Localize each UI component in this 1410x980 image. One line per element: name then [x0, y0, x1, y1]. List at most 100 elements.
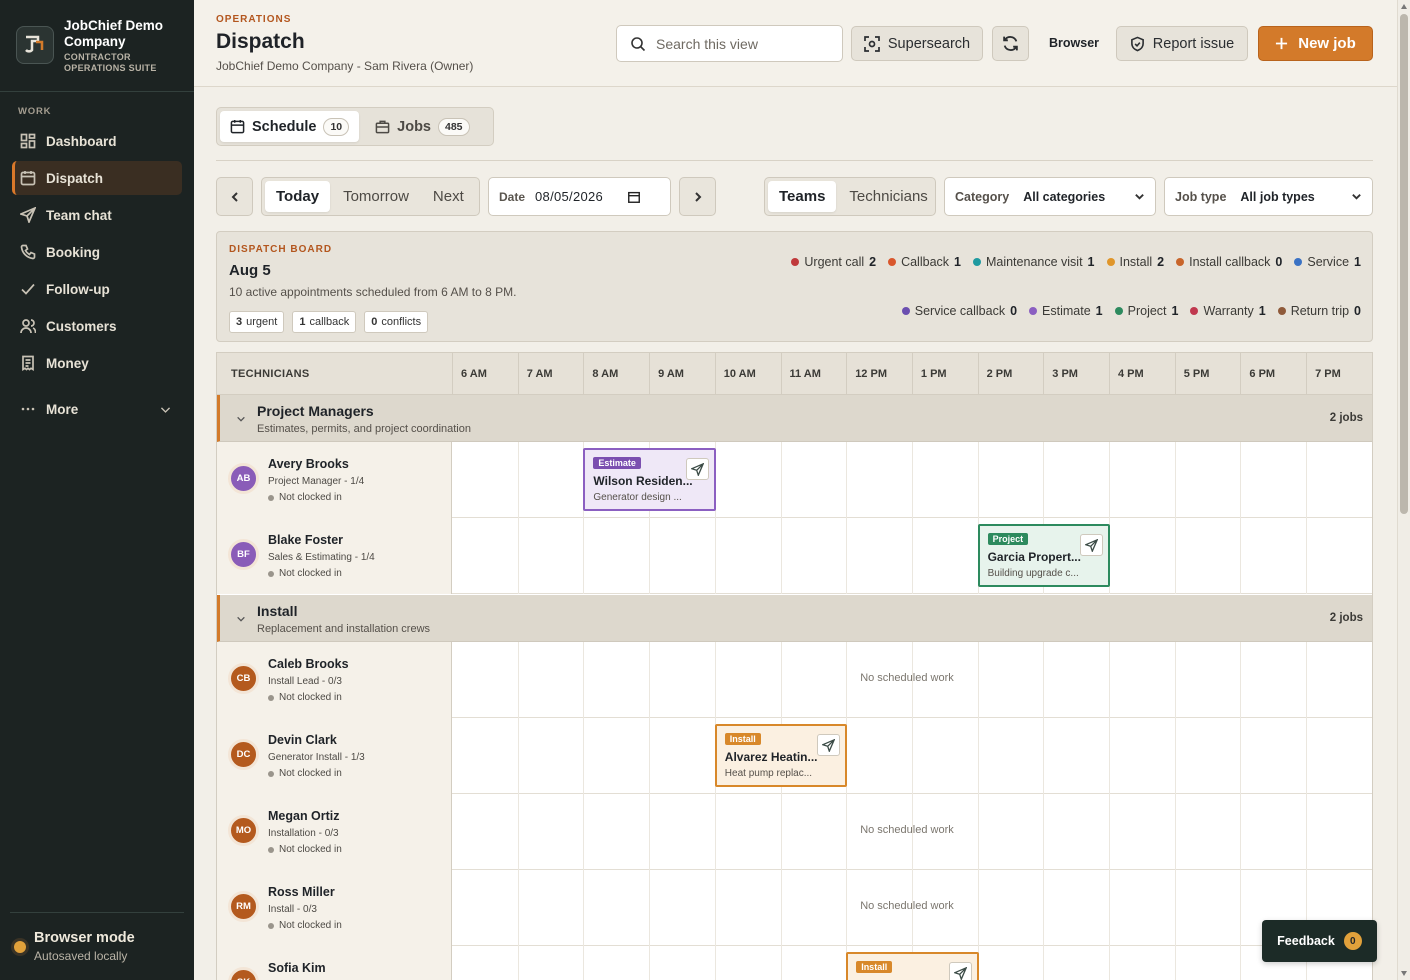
category-select[interactable]: Category All categories	[944, 177, 1156, 216]
team-group-header[interactable]: Install Replacement and installation crew…	[217, 595, 1372, 642]
hour-divider	[977, 353, 979, 395]
day-option-next[interactable]: Next	[422, 181, 475, 212]
hour-divider	[1240, 642, 1242, 718]
scroll-up-icon[interactable]	[1401, 4, 1407, 9]
sidebar-item-money[interactable]: Money	[12, 346, 182, 380]
feedback-button[interactable]: Feedback 0	[1262, 920, 1377, 962]
technician-info[interactable]: BF Blake Foster Sales & Estimating - 1/4 No…	[217, 518, 452, 594]
chevron-right-icon	[694, 191, 701, 202]
dispatch-send-button[interactable]	[948, 962, 972, 980]
hour-divider	[780, 870, 782, 946]
refresh-button[interactable]	[992, 26, 1029, 61]
technician-name: Avery Brooks	[268, 457, 349, 471]
job-type-select[interactable]: Job type All job types	[1164, 177, 1373, 216]
hour-divider	[517, 870, 519, 946]
previous-day-button[interactable]	[216, 177, 253, 216]
clock-status: Not clocked in	[268, 768, 342, 779]
group-option-teams[interactable]: Teams	[768, 181, 837, 212]
team-group-header[interactable]: Project Managers Estimates, permits, and …	[217, 395, 1372, 442]
day-option-today[interactable]: Today	[265, 181, 331, 212]
sidebar-item-more[interactable]: More	[12, 392, 182, 426]
new-job-button[interactable]: New job	[1258, 26, 1373, 61]
tab-schedule[interactable]: Schedule 10	[220, 111, 360, 142]
hour-divider	[780, 442, 782, 518]
date-picker[interactable]: Date 08/05/2026	[488, 177, 671, 216]
chevron-down-icon[interactable]	[236, 611, 246, 629]
sidebar-item-dashboard[interactable]: Dashboard	[12, 124, 182, 158]
hour-divider	[1306, 642, 1308, 718]
hour-divider	[911, 353, 913, 395]
hour-divider	[583, 642, 585, 718]
legend-item: Maintenance visit 1	[972, 255, 1095, 269]
sidebar-item-dispatch[interactable]: Dispatch	[12, 161, 182, 195]
hour-column-header: 7 AM	[526, 368, 553, 380]
legend-label: Maintenance visit	[985, 255, 1083, 269]
hour-divider	[1240, 870, 1242, 946]
next-day-button[interactable]	[679, 177, 716, 216]
sidebar-item-follow-up[interactable]: Follow-up	[12, 272, 182, 306]
job-card[interactable]: Project Garcia Propert... Building upgrade…	[977, 524, 1110, 587]
hour-divider	[649, 718, 651, 794]
technician-role: Sales & Estimating - 1/4	[268, 552, 375, 563]
technician-info[interactable]: SK Sofia Kim	[217, 946, 452, 980]
legend-item: Install 2	[1106, 255, 1164, 269]
grid-header: TECHNICIANS 6 AM 7 AM 8 AM 9 AM 10 AM 11 AM 12…	[217, 353, 1372, 395]
technician-role: Project Manager - 1/4	[268, 476, 365, 487]
no-scheduled-work: No scheduled work	[860, 672, 954, 684]
scrollbar-thumb[interactable]	[1400, 14, 1408, 514]
hour-divider	[1043, 442, 1045, 518]
hour-divider	[714, 794, 716, 870]
tab-count-badge: 10	[323, 117, 350, 136]
job-card[interactable]: Install Alvarez Heatin... Heat pump replac…	[714, 724, 848, 787]
hour-divider	[1174, 870, 1176, 946]
hour-divider	[1240, 718, 1242, 794]
search-box[interactable]	[616, 25, 843, 62]
chevron-down-icon	[160, 406, 171, 413]
calendar-icon[interactable]	[627, 190, 641, 204]
supersearch-button[interactable]: Supersearch	[851, 26, 983, 61]
hour-divider	[780, 642, 782, 718]
technician-info[interactable]: CB Caleb Brooks Install Lead - 0/3 Not cloc…	[217, 642, 452, 718]
browser-link[interactable]: Browser	[1049, 36, 1099, 50]
sidebar-item-team-chat[interactable]: Team chat	[12, 198, 182, 232]
technician-info[interactable]: DC Devin Clark Generator Install - 1/3 Not …	[217, 718, 452, 794]
hour-divider	[1174, 946, 1176, 980]
hour-divider	[1109, 642, 1110, 718]
scroll-down-icon[interactable]	[1401, 971, 1407, 976]
sidebar-item-booking[interactable]: Booking	[12, 235, 182, 269]
job-card[interactable]: Estimate Wilson Residen... Generator desig…	[583, 448, 716, 511]
legend-item: Callback 1	[888, 255, 961, 269]
send-icon	[20, 207, 36, 223]
team-name: Project Managers	[257, 403, 374, 419]
day-option-tomorrow[interactable]: Tomorrow	[332, 181, 420, 212]
search-input[interactable]	[656, 35, 816, 52]
technician-info[interactable]: RM Ross Miller Install - 0/3 Not clocked in	[217, 870, 452, 946]
chevron-down-icon	[1135, 194, 1144, 200]
legend-dot-icon	[1294, 258, 1303, 266]
clock-status-text: Not clocked in	[279, 492, 342, 503]
hour-divider	[1109, 870, 1110, 946]
job-card[interactable]: Install	[846, 952, 979, 980]
status-dot-icon	[14, 940, 26, 953]
page-scrollbar[interactable]	[1397, 0, 1410, 980]
dispatch-send-button[interactable]	[817, 734, 841, 756]
sidebar-item-customers[interactable]: Customers	[12, 309, 182, 343]
hour-column-header: 8 AM	[592, 368, 619, 380]
dispatch-send-button[interactable]	[685, 458, 709, 480]
legend-label: Estimate	[1042, 304, 1091, 318]
tab-jobs[interactable]: Jobs 485	[365, 111, 479, 142]
date-value[interactable]: 08/05/2026	[535, 189, 603, 204]
hour-column-header: 6 PM	[1249, 368, 1276, 380]
users-icon	[20, 319, 36, 334]
hour-divider	[649, 794, 651, 870]
hour-divider	[1174, 718, 1176, 794]
technician-info[interactable]: AB Avery Brooks Project Manager - 1/4 Not c…	[217, 442, 452, 518]
hour-divider	[649, 353, 651, 395]
group-option-technicians[interactable]: Technicians	[838, 181, 938, 212]
report-issue-button[interactable]: Report issue	[1116, 26, 1248, 61]
urgent-count-pill: 3 urgent	[229, 311, 285, 333]
chevron-down-icon[interactable]	[236, 411, 246, 429]
legend-dot-icon	[1029, 307, 1038, 315]
dispatch-send-button[interactable]	[1079, 534, 1103, 556]
technician-info[interactable]: MO Megan Ortiz Installation - 0/3 Not clock…	[217, 794, 452, 870]
